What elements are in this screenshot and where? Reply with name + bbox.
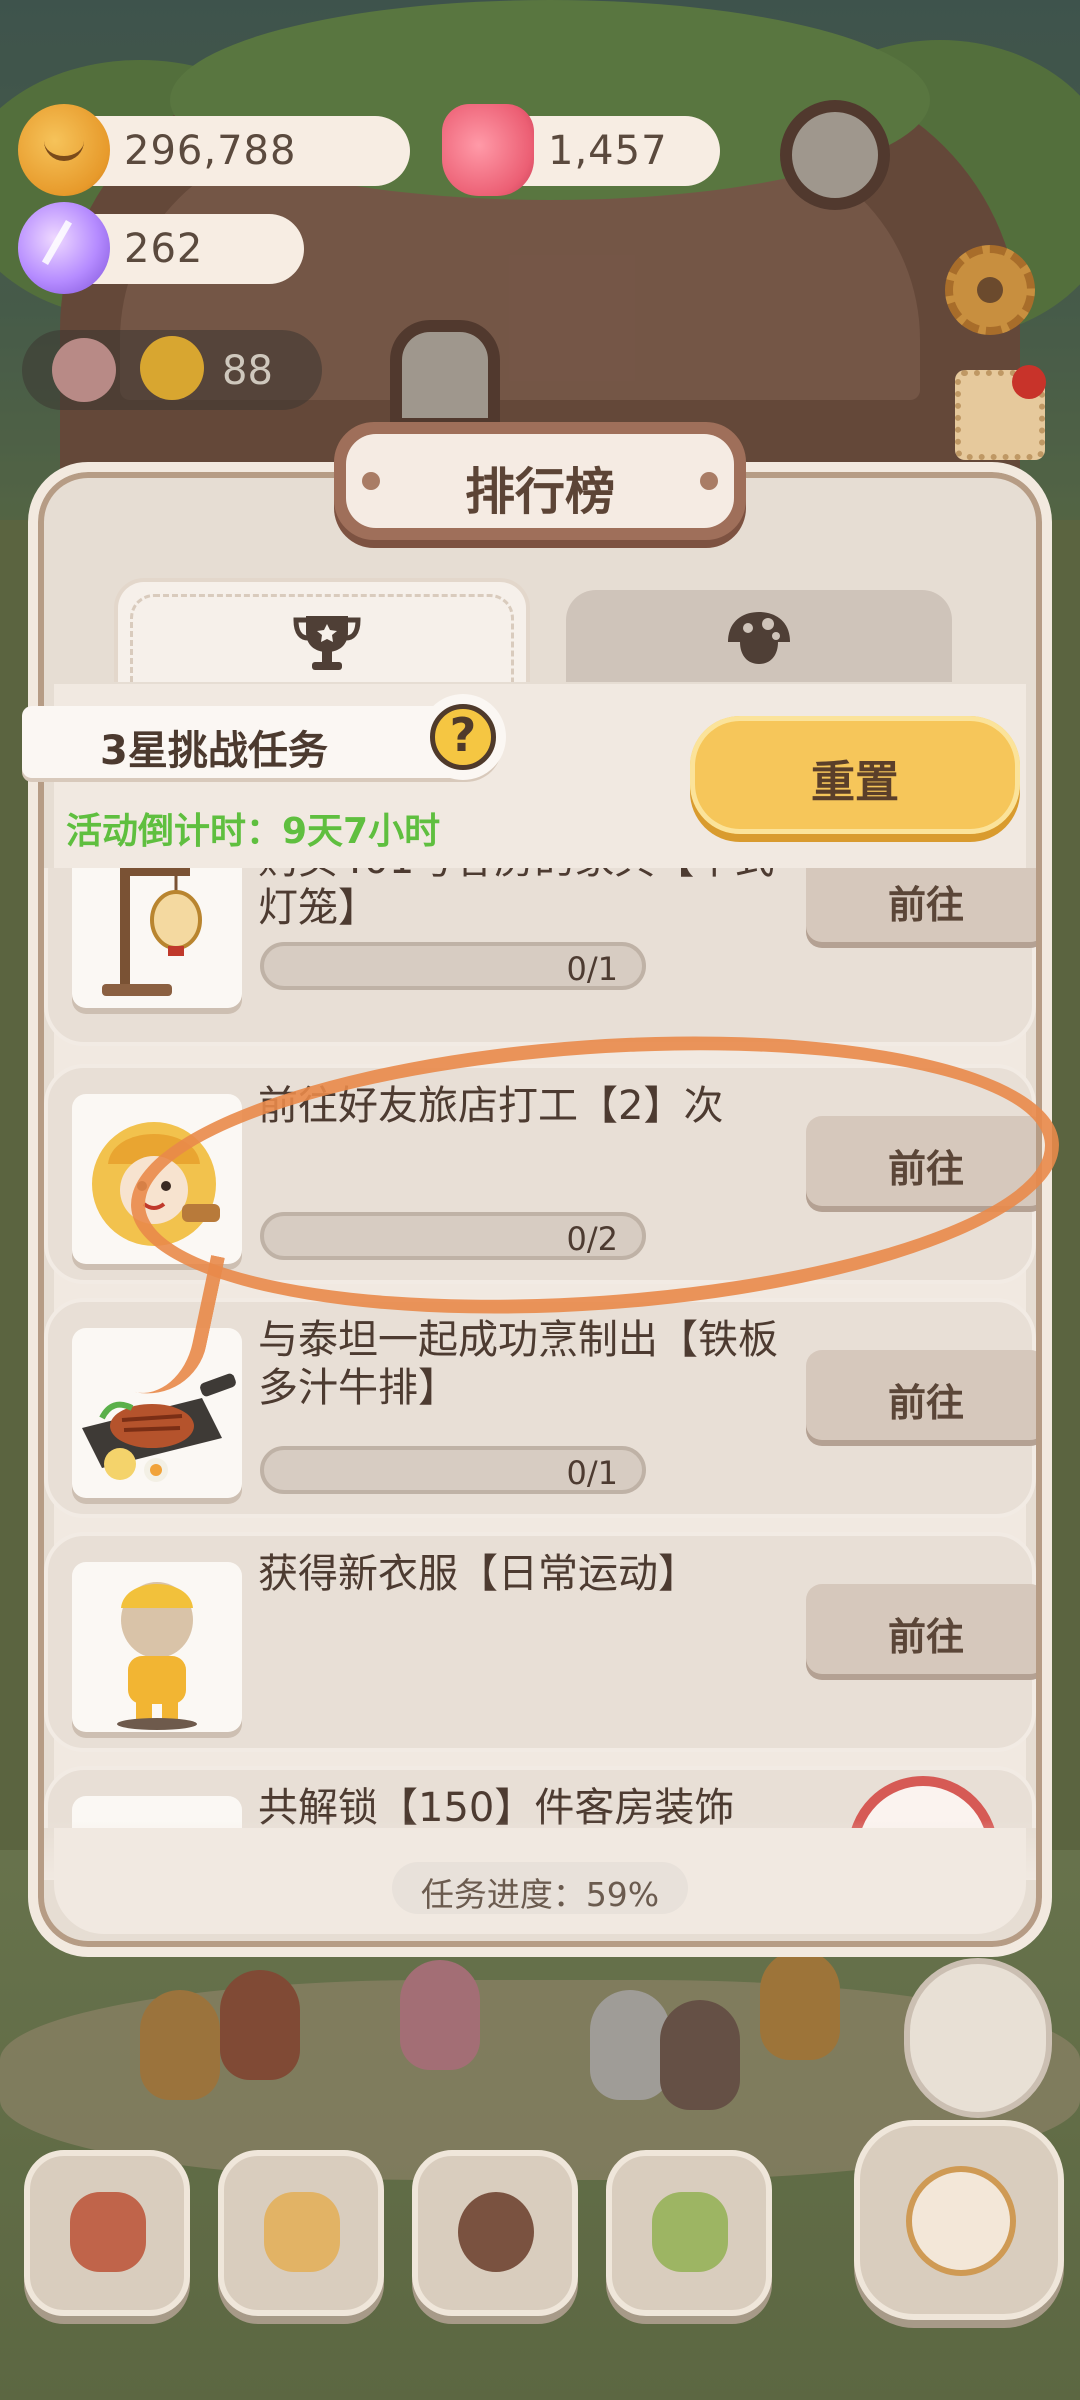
task-item: 获得新衣服【日常运动】 前往 (44, 1532, 1036, 1752)
gem-counter[interactable]: 262 (18, 202, 304, 294)
notebook-button[interactable] (218, 2150, 384, 2316)
level-indicator[interactable]: 88 (22, 330, 322, 410)
task-item: 共解锁【150】件客房装饰 (44, 1766, 1036, 1828)
tab-mushroom[interactable] (566, 590, 952, 682)
task-description: 购买401号客房的家具【中式灯笼】 (258, 868, 774, 931)
tab-trophy[interactable] (114, 578, 530, 682)
task-description: 与泰坦一起成功烹制出【铁板多汁牛排】 (258, 1317, 778, 1411)
outfit-icon (72, 1562, 242, 1732)
mushroom-house-icon (70, 2192, 146, 2272)
go-button[interactable]: 前往 (806, 1350, 1036, 1440)
candle-counter[interactable]: 1,457 (442, 104, 720, 196)
pet-button[interactable] (854, 2120, 1064, 2320)
shop-stall-icon (652, 2192, 728, 2272)
panel-title-banner: 排行榜 (334, 422, 746, 540)
cookie-amount: 296,788 (124, 128, 297, 174)
help-glyph: ? (449, 708, 477, 762)
panel-title: 排行榜 (465, 463, 615, 521)
task-item: 购买401号客房的家具【中式灯笼】 0/1 前往 (44, 868, 1036, 1046)
shop-button[interactable] (606, 2150, 772, 2316)
level-value: 88 (222, 348, 273, 394)
task-progress-bar: 0/1 (260, 942, 646, 990)
task-progress-label: 0/1 (566, 950, 619, 988)
notification-badge (1012, 365, 1046, 399)
gem-amount: 262 (124, 226, 204, 272)
character-face-icon (140, 336, 204, 400)
candle-amount: 1,457 (548, 128, 668, 174)
candle-icon (442, 104, 534, 196)
gem-icon (18, 202, 110, 294)
settings-gear-icon[interactable] (945, 245, 1035, 335)
go-button[interactable]: 前往 (806, 1584, 1036, 1674)
task-progress-bar: 0/1 (260, 1446, 646, 1494)
task-description: 获得新衣服【日常运动】 (258, 1551, 698, 1597)
npc-speech-bubble[interactable] (904, 1958, 1052, 2118)
cookie-counter[interactable]: 296,788 (18, 104, 410, 196)
help-question-icon[interactable]: ? (420, 694, 506, 780)
mushroom-icon (728, 612, 790, 664)
notebook-heart-icon (264, 2192, 340, 2272)
go-button[interactable]: 前往 (806, 868, 1036, 942)
cookie-icon (18, 104, 110, 196)
trophy-icon (293, 616, 361, 670)
overall-progress-label: 任务进度：59% (392, 1862, 688, 1914)
lantern-icon (72, 868, 242, 1008)
event-countdown: 活动倒计时：9天7小时 (66, 811, 441, 852)
home-button[interactable] (24, 2150, 190, 2316)
cooking-button[interactable] (412, 2150, 578, 2316)
task-progress-label: 0/1 (566, 1454, 619, 1492)
cooking-pot-icon (458, 2192, 534, 2272)
shell-icon (52, 338, 116, 402)
pet-clock-icon (906, 2166, 1016, 2276)
reset-button[interactable]: 重置 (690, 716, 1020, 834)
